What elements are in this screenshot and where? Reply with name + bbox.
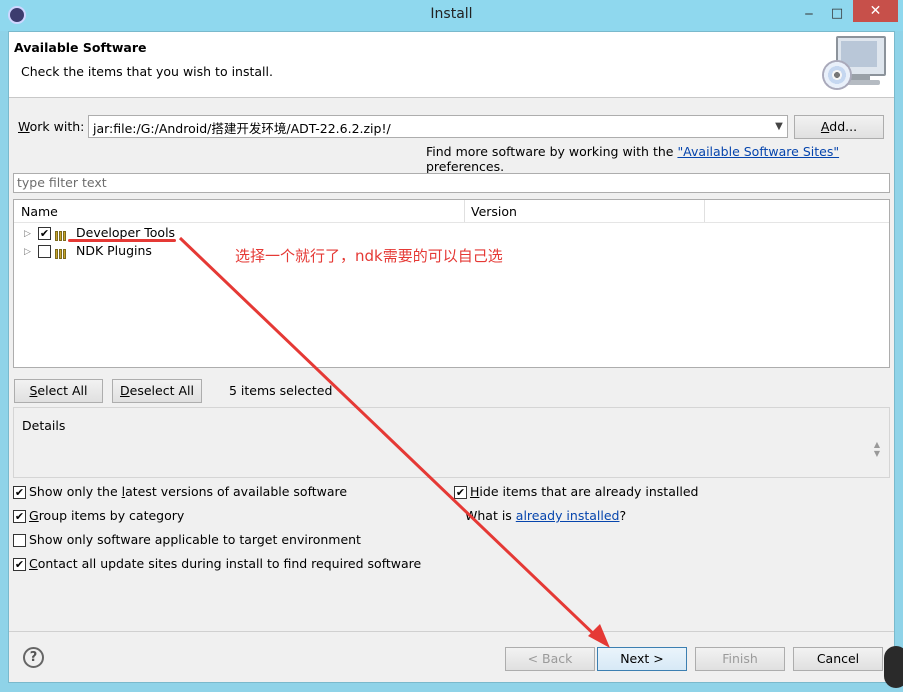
red-arrow-annotation [178,236,610,648]
arrow-line [178,236,602,642]
arrow-head [588,624,610,648]
